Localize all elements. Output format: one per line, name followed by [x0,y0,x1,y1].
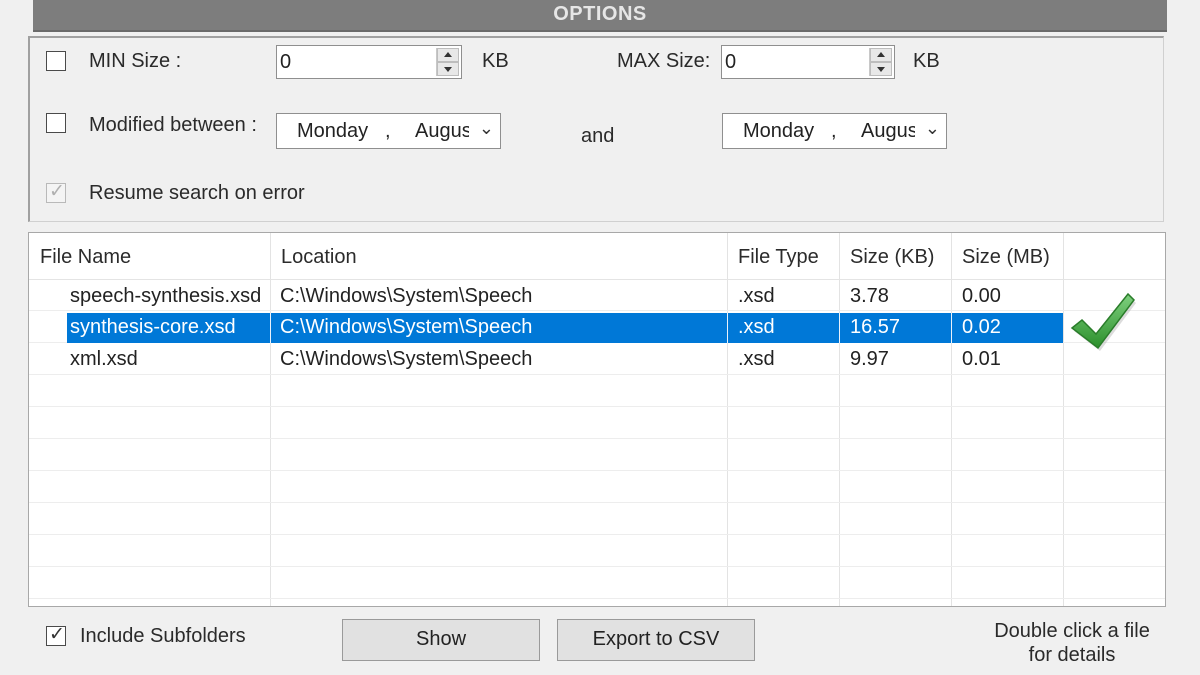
cell-location: C:\Windows\System\Speech [280,285,533,307]
checkmark-icon: ✓ [49,181,65,202]
date-day: Monday [743,120,815,142]
include-subfolders-checkbox[interactable]: ✓ [46,624,66,646]
min-size-checkbox[interactable] [46,51,66,71]
show-button[interactable]: Show [342,619,540,661]
table-row[interactable]: xml.xsd C:\Windows\System\Speech .xsd 9.… [29,345,1063,375]
cell-size-kb: 9.97 [850,348,889,370]
checkmark-icon: ✓ [49,624,65,645]
spin-up-icon[interactable] [437,48,459,62]
chevron-down-icon[interactable]: ⌄ [925,118,940,139]
modified-to-date-picker[interactable]: Monday , Augus ⌄ [722,113,947,149]
cell-size-mb: 0.00 [962,285,1001,307]
table-row[interactable]: speech-synthesis.xsd C:\Windows\System\S… [29,282,1063,312]
export-csv-button[interactable]: Export to CSV [557,619,755,661]
cell-size-kb: 16.57 [850,316,901,338]
chevron-down-icon[interactable]: ⌄ [479,118,494,139]
cell-file-type: .xsd [738,285,775,307]
date-month: Augus [861,120,915,142]
details-hint: Double click a file for details [980,619,1164,667]
date-separator: , [385,120,391,142]
results-list[interactable]: File Name Location File Type Size (KB) S… [28,232,1166,607]
options-title: OPTIONS [553,3,647,25]
modified-between-label: Modified between : [89,114,257,136]
min-size-value: 0 [280,51,292,73]
and-label: and [581,125,615,147]
cell-file-type: .xsd [738,348,775,370]
spin-down-icon[interactable] [870,62,892,76]
min-size-input[interactable]: 0 [276,45,462,79]
date-day: Monday [297,120,369,142]
cell-size-kb: 3.78 [850,285,889,307]
resume-on-error-label: Resume search on error [89,182,305,204]
max-size-value: 0 [725,51,737,73]
column-header-file-name[interactable]: File Name [40,246,131,269]
min-size-spinner[interactable] [436,48,459,76]
table-row-selected[interactable]: synthesis-core.xsd C:\Windows\System\Spe… [67,313,1063,343]
details-hint-line1: Double click a file [994,620,1150,642]
column-header-location[interactable]: Location [281,246,357,269]
cell-size-mb: 0.01 [962,348,1001,370]
max-size-unit: KB [913,50,940,72]
min-size-unit: KB [482,50,509,72]
cell-file-name: speech-synthesis.xsd [70,285,262,307]
modified-from-date-picker[interactable]: Monday , Augus ⌄ [276,113,501,149]
green-checkmark-icon [1068,288,1136,356]
cell-file-type: .xsd [738,316,775,338]
column-header-size-mb[interactable]: Size (MB) [962,246,1050,269]
cell-file-name: xml.xsd [70,348,138,370]
max-size-spinner[interactable] [869,48,892,76]
max-size-label: MAX Size: [617,50,711,72]
column-header-file-type[interactable]: File Type [738,246,819,269]
cell-location: C:\Windows\System\Speech [280,316,533,338]
cell-size-mb: 0.02 [962,316,1001,338]
cell-file-name: synthesis-core.xsd [70,316,236,338]
resume-on-error-checkbox[interactable]: ✓ [46,181,66,203]
include-subfolders-label: Include Subfolders [80,625,246,647]
spin-down-icon[interactable] [437,62,459,76]
date-separator: , [831,120,837,142]
min-size-label: MIN Size : [89,50,182,72]
cell-location: C:\Windows\System\Speech [280,348,533,370]
details-hint-line2: for details [1028,644,1116,666]
max-size-input[interactable]: 0 [721,45,895,79]
modified-between-checkbox[interactable] [46,113,66,133]
spin-up-icon[interactable] [870,48,892,62]
options-header-bar: OPTIONS [33,0,1167,32]
date-month: Augus [415,120,469,142]
column-header-size-kb[interactable]: Size (KB) [850,246,934,269]
